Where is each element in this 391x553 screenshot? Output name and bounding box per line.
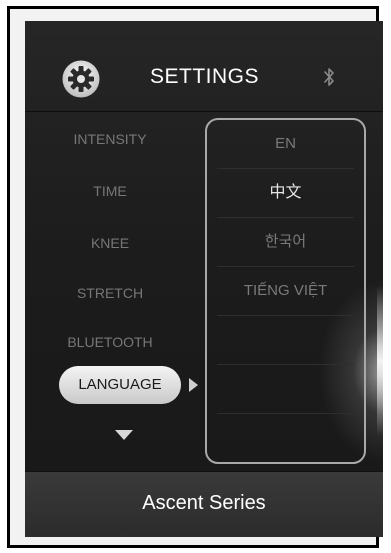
language-option-empty xyxy=(217,316,354,365)
menu-item-knee[interactable]: KNEE xyxy=(25,235,195,251)
header-bar: SETTINGS xyxy=(25,21,383,112)
page-title: SETTINGS xyxy=(150,65,260,88)
menu-item-language[interactable]: LANGUAGE xyxy=(59,366,181,404)
footer-bar: Ascent Series xyxy=(25,471,383,537)
language-option-chinese[interactable]: 中文 xyxy=(217,169,354,218)
triangle-right-icon xyxy=(189,378,198,392)
language-option-en[interactable]: EN xyxy=(217,120,354,169)
menu-item-intensity[interactable]: INTENSITY xyxy=(25,131,195,147)
language-option-empty xyxy=(217,365,354,414)
language-option-vietnamese[interactable]: TIẾNG VIỆT xyxy=(217,267,354,316)
language-option-korean[interactable]: 한국어 xyxy=(217,218,354,267)
light-streak xyxy=(377,286,383,436)
menu-item-stretch[interactable]: STRETCH xyxy=(25,285,195,301)
language-list: EN 中文 한국어 TIẾNG VIỆT xyxy=(205,118,366,464)
model-name: Ascent Series xyxy=(142,492,266,514)
menu-item-bluetooth[interactable]: BLUETOOTH xyxy=(25,334,195,350)
triangle-down-icon[interactable] xyxy=(115,430,133,440)
gear-icon[interactable] xyxy=(62,60,100,98)
menu-item-time[interactable]: TIME xyxy=(25,183,195,199)
bluetooth-icon xyxy=(324,68,334,86)
settings-screen: SETTINGS INTENSITY TIME KNEE STRETCH BLU… xyxy=(25,21,383,537)
